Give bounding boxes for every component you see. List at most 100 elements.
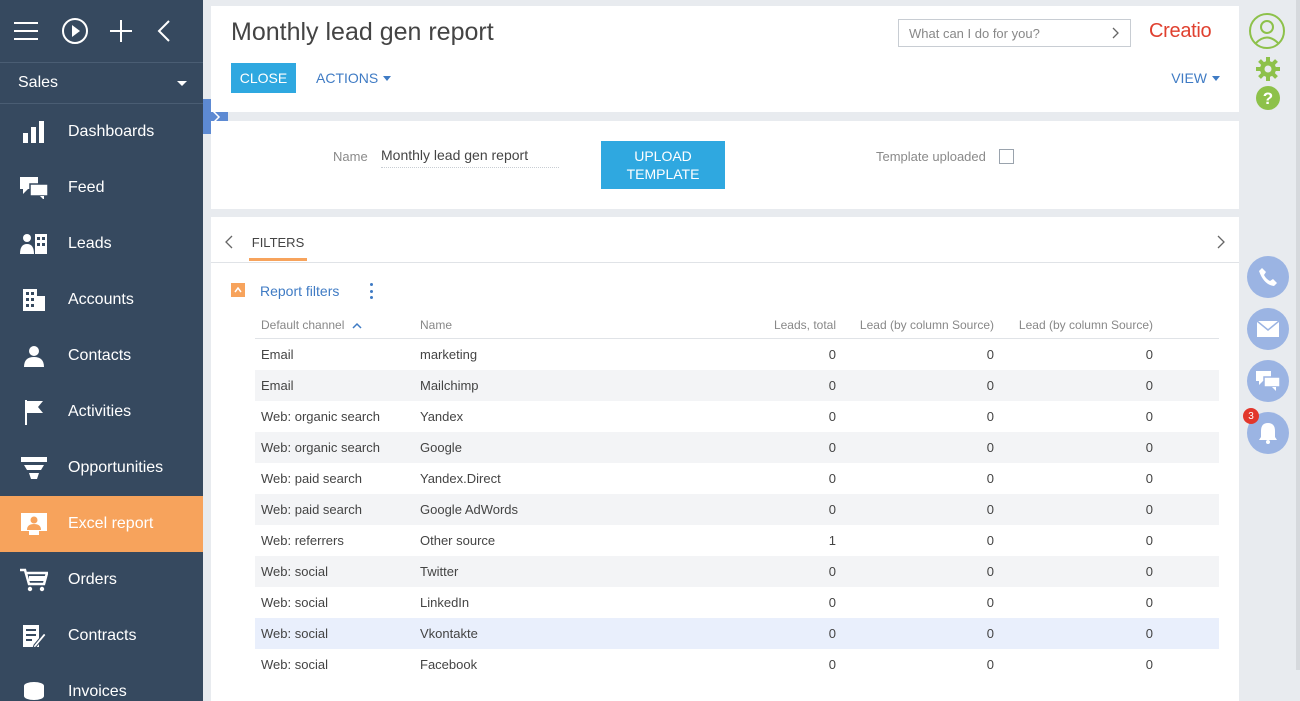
funnel-icon: [19, 453, 49, 483]
cell-leads-total: 0: [828, 626, 836, 641]
leads-icon: [19, 229, 49, 259]
actions-label: ACTIONS: [316, 70, 379, 86]
table-row[interactable]: Web: social Facebook 0 0 0: [255, 649, 1219, 680]
table-row[interactable]: Email Mailchimp 0 0 0: [255, 370, 1219, 401]
command-line-input[interactable]: What can I do for you?: [898, 19, 1131, 47]
accounts-icon: [19, 285, 49, 315]
chevron-right-icon[interactable]: [1217, 235, 1225, 254]
column-header-lead-source-2[interactable]: Lead (by column Source): [1019, 318, 1153, 332]
sidebar-item-label: Activities: [68, 403, 132, 420]
bar-chart-icon: [19, 117, 49, 147]
menu-icon[interactable]: [14, 11, 61, 51]
table-row[interactable]: Web: organic search Yandex 0 0 0: [255, 401, 1219, 432]
right-panel: ? 3: [1243, 0, 1300, 701]
sidebar-item-leads[interactable]: Leads: [0, 216, 203, 272]
svg-text:?: ?: [1263, 89, 1273, 108]
cell-leads-total: 0: [828, 409, 836, 424]
notification-count-badge: 3: [1243, 408, 1259, 424]
sidebar-item-label: Invoices: [68, 683, 127, 700]
workspace-selector[interactable]: Sales: [0, 62, 203, 104]
cell-lead-source-1: 0: [986, 564, 994, 579]
column-header-lead-source-1[interactable]: Lead (by column Source): [860, 318, 994, 332]
sidebar-item-dashboards[interactable]: Dashboards: [0, 104, 203, 160]
filters-grid: Default channel Name Leads, total Lead (…: [255, 313, 1219, 680]
table-row[interactable]: Web: paid search Yandex.Direct 0 0 0: [255, 463, 1219, 494]
notifications-bell-icon[interactable]: 3: [1243, 408, 1289, 454]
sidebar-item-activities[interactable]: Activities: [0, 384, 203, 440]
profile-icon[interactable]: [1248, 12, 1286, 50]
play-icon[interactable]: [61, 11, 108, 51]
chevron-left-icon[interactable]: [225, 235, 233, 254]
cell-name: Yandex.Direct: [420, 471, 501, 486]
column-header-name[interactable]: Name: [420, 318, 452, 332]
report-filters-title[interactable]: Report filters: [260, 283, 339, 299]
sidebar: Sales Dashboards Feed Leads Accounts Con…: [0, 0, 203, 701]
page-scrollbar[interactable]: [1296, 0, 1300, 670]
sidebar-toolbar: [0, 0, 203, 62]
tab-bar: FILTERS: [211, 217, 1239, 263]
group-collapse-toggle[interactable]: [231, 283, 245, 297]
cell-leads-total: 0: [828, 440, 836, 455]
page-header: Monthly lead gen report What can I do fo…: [211, 6, 1239, 112]
help-icon[interactable]: ?: [1255, 85, 1281, 111]
sidebar-item-contracts[interactable]: Contracts: [0, 608, 203, 664]
table-row[interactable]: Web: social Twitter 0 0 0: [255, 556, 1219, 587]
chat-icon[interactable]: [1247, 360, 1289, 402]
cell-lead-source-2: 0: [1145, 502, 1153, 517]
sidebar-item-excel-report[interactable]: Excel report: [0, 496, 203, 552]
cell-lead-source-1: 0: [986, 502, 994, 517]
upload-template-button[interactable]: UPLOAD TEMPLATE: [601, 141, 725, 189]
sidebar-item-label: Excel report: [68, 515, 154, 532]
template-uploaded-checkbox[interactable]: [999, 149, 1014, 164]
gear-icon[interactable]: [1255, 56, 1281, 82]
cell-lead-source-1: 0: [986, 595, 994, 610]
sidebar-item-label: Leads: [68, 235, 112, 252]
cell-lead-source-2: 0: [1145, 471, 1153, 486]
flag-icon: [19, 397, 49, 427]
template-uploaded-label: Template uploaded: [876, 149, 986, 164]
sidebar-item-opportunities[interactable]: Opportunities: [0, 440, 203, 496]
cell-lead-source-1: 0: [986, 378, 994, 393]
cell-leads-total: 0: [828, 564, 836, 579]
tab-filters[interactable]: FILTERS: [249, 235, 307, 261]
email-icon[interactable]: [1247, 308, 1289, 350]
logo: Creatio: [1149, 20, 1212, 42]
table-row[interactable]: Web: social Vkontakte 0 0 0: [255, 618, 1219, 649]
close-button[interactable]: CLOSE: [231, 63, 296, 93]
name-field[interactable]: Monthly lead gen report: [381, 147, 559, 168]
cell-lead-source-1: 0: [986, 471, 994, 486]
cell-lead-source-1: 0: [986, 440, 994, 455]
feed-icon: [19, 173, 49, 203]
view-label: VIEW: [1171, 70, 1207, 86]
column-header-default-channel[interactable]: Default channel: [261, 318, 362, 332]
sort-asc-icon: [352, 322, 362, 329]
table-row[interactable]: Web: paid search Google AdWords 0 0 0: [255, 494, 1219, 525]
sidebar-item-accounts[interactable]: Accounts: [0, 272, 203, 328]
sidebar-item-label: Opportunities: [68, 459, 164, 476]
sidebar-item-feed[interactable]: Feed: [0, 160, 203, 216]
table-row[interactable]: Email marketing 0 0 0: [255, 339, 1219, 370]
sidebar-item-orders[interactable]: Orders: [0, 552, 203, 608]
cell-lead-source-1: 0: [986, 657, 994, 672]
table-row[interactable]: Web: referrers Other source 1 0 0: [255, 525, 1219, 556]
table-row[interactable]: Web: social LinkedIn 0 0 0: [255, 587, 1219, 618]
plus-icon[interactable]: [109, 11, 156, 51]
phone-icon[interactable]: [1247, 256, 1289, 298]
sidebar-item-contacts[interactable]: Contacts: [0, 328, 203, 384]
grid-header: Default channel Name Leads, total Lead (…: [255, 313, 1219, 339]
table-row[interactable]: Web: organic search Google 0 0 0: [255, 432, 1219, 463]
cell-name: Twitter: [420, 564, 459, 579]
upload-label-line1: UPLOAD: [634, 148, 692, 164]
sidebar-item-invoices[interactable]: Invoices: [0, 664, 203, 701]
cell-default-channel: Web: social: [261, 564, 328, 579]
cell-default-channel: Web: organic search: [261, 440, 380, 455]
column-header-leads-total[interactable]: Leads, total: [774, 318, 836, 332]
view-menu-button[interactable]: VIEW: [1171, 70, 1220, 86]
back-icon[interactable]: [156, 11, 203, 51]
kebab-menu-icon[interactable]: [366, 283, 376, 299]
cell-default-channel: Email: [261, 378, 294, 393]
chevron-down-icon: [1212, 75, 1220, 81]
actions-menu-button[interactable]: ACTIONS: [316, 70, 392, 86]
workspace-label: Sales: [18, 74, 59, 91]
sidebar-item-label: Orders: [68, 571, 117, 588]
